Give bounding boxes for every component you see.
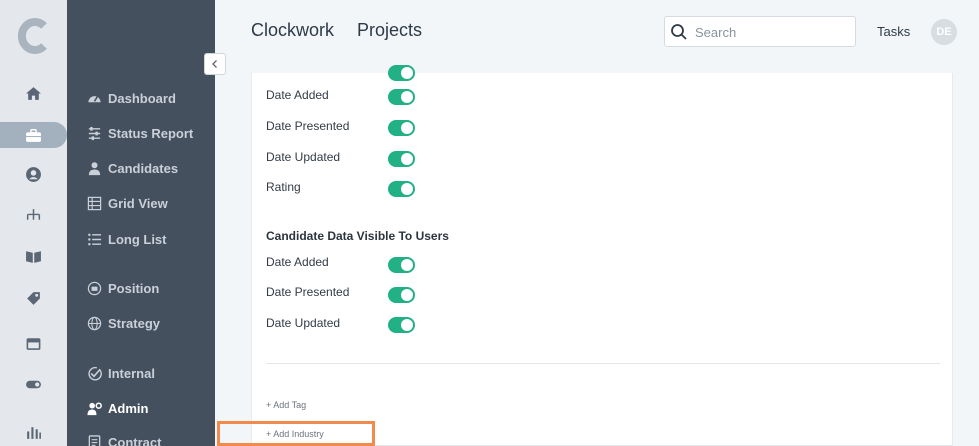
app-title: Clockwork	[251, 20, 335, 40]
org-chart-icon[interactable]	[0, 202, 67, 228]
clockwork-logo-icon[interactable]	[14, 16, 50, 56]
grid-list-icon	[87, 196, 102, 210]
sidebar-item-candidates[interactable]: Candidates	[87, 158, 178, 178]
search-input[interactable]	[695, 22, 845, 42]
briefcase-icon[interactable]	[0, 122, 67, 148]
calendar-icon[interactable]	[0, 330, 67, 356]
sidebar-item-label: Grid View	[108, 195, 168, 211]
toggle-switch[interactable]	[388, 120, 415, 136]
sidebar-item-long-list[interactable]: Long List	[87, 229, 167, 249]
toggle-switch[interactable]	[388, 151, 415, 167]
field-label: Date Updated	[266, 316, 341, 330]
toggle-switch[interactable]	[388, 65, 415, 81]
toggle-icon[interactable]	[0, 371, 67, 397]
toggle-switch[interactable]	[388, 317, 415, 333]
sidebar-item-label: Dashboard	[108, 90, 176, 106]
field-label: Date Presented	[266, 285, 350, 299]
sidebar-item-label: Internal	[108, 365, 155, 381]
collapse-sidebar-button[interactable]	[204, 53, 226, 75]
sidebar-item-admin[interactable]: Admin	[87, 398, 148, 418]
field-label: Date Added	[266, 88, 329, 102]
user-circle-icon[interactable]	[0, 161, 67, 187]
speedometer-icon	[88, 95, 101, 102]
sidebar-item-dashboard[interactable]: Dashboard	[87, 88, 176, 108]
highlight-box	[217, 421, 375, 446]
toggle-switch[interactable]	[388, 181, 415, 197]
settings-card: Date Added Date Presented Date Updated R…	[251, 65, 953, 446]
toggle-switch[interactable]	[388, 89, 415, 105]
search-box[interactable]	[664, 16, 856, 47]
list-icon	[88, 233, 102, 245]
sidebar-item-strategy[interactable]: Strategy	[87, 313, 160, 333]
sidebar-item-label: Status Report	[108, 125, 194, 141]
sidebar-item-label: Long List	[108, 231, 167, 247]
sidebar-item-label: Strategy	[108, 315, 161, 331]
field-label: Rating	[266, 180, 301, 194]
check-circle-icon	[88, 366, 102, 380]
sidebar-item-contract[interactable]: Contract	[87, 432, 161, 446]
sidebar-item-label: Candidates	[108, 160, 179, 176]
document-icon	[88, 434, 101, 446]
sidebar-item-label: Admin	[108, 400, 149, 416]
sliders-icon	[88, 126, 101, 140]
page-title: Projects	[357, 20, 423, 40]
icon-rail	[0, 0, 67, 446]
add-tag-link[interactable]: + Add Tag	[266, 400, 306, 410]
field-label: Date Updated	[266, 150, 341, 164]
toggle-switch[interactable]	[388, 257, 415, 273]
home-icon[interactable]	[0, 80, 67, 106]
book-icon[interactable]	[0, 243, 67, 269]
person-icon	[88, 161, 101, 175]
tags-icon[interactable]	[0, 285, 67, 311]
field-label: Date Presented	[266, 119, 350, 133]
sidebar-item-internal[interactable]: Internal	[87, 363, 155, 383]
user-gear-icon	[87, 402, 102, 415]
sidebar-item-position[interactable]: Position	[87, 278, 159, 298]
globe-icon	[87, 316, 102, 330]
section-title: Candidate Data Visible To Users	[266, 229, 449, 243]
position-icon	[87, 281, 102, 295]
sidebar-item-label: Position	[108, 280, 160, 296]
divider	[266, 363, 940, 364]
search-icon	[671, 24, 687, 40]
toggle-switch[interactable]	[388, 287, 415, 303]
top-header: Clockwork Projects Tasks DE	[215, 0, 979, 62]
field-label: Date Added	[266, 255, 329, 269]
chevron-left-icon	[212, 60, 217, 68]
bar-chart-icon[interactable]	[0, 419, 67, 445]
sidebar-item-status-report[interactable]: Status Report	[87, 123, 193, 143]
sidebar-item-label: Contract	[108, 434, 162, 446]
sidebar-item-grid-view[interactable]: Grid View	[87, 193, 168, 213]
main-sidebar: Dashboard Status Report Candidates Grid …	[67, 0, 215, 446]
avatar[interactable]: DE	[931, 19, 957, 45]
tasks-link[interactable]: Tasks	[877, 24, 910, 39]
